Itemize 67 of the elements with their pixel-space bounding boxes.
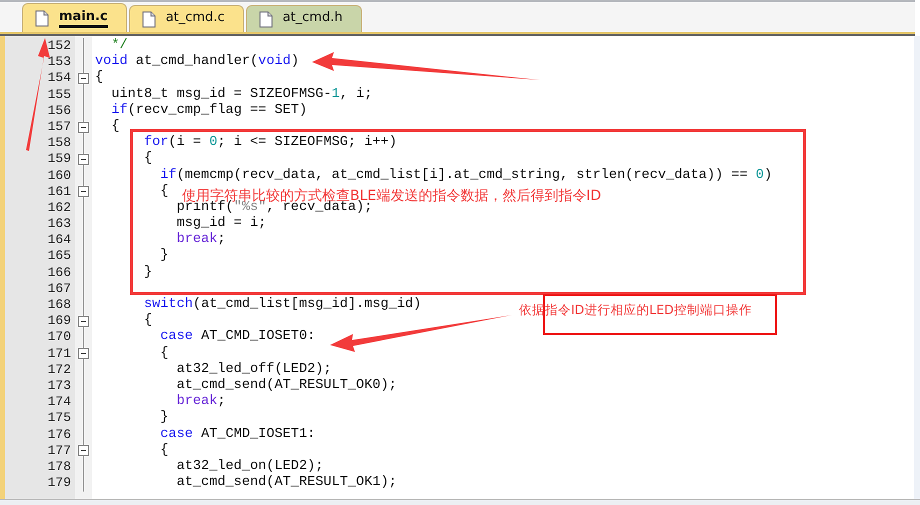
collapse-icon[interactable]	[78, 186, 89, 198]
line-number: 159	[46, 151, 72, 168]
collapse-icon[interactable]	[78, 348, 89, 360]
line-number: 158	[46, 135, 72, 152]
line-number: 173	[46, 378, 72, 394]
code-line: break;	[176, 232, 226, 248]
line-number: 170	[46, 329, 72, 346]
code-line: }	[159, 410, 168, 426]
code-line: for(i = 0; i <= SIZEOFMSG; i++)	[142, 135, 397, 151]
code-line: switch(at_cmd_list[msg_id].msg_id)	[142, 297, 422, 313]
code-line: if(memcmp(recv_data, at_cmd_list[i].at_cmd_string, strlen(recv_data)) == 0)	[159, 168, 772, 184]
code-line: if(recv_cmp_flag == SET)	[110, 102, 308, 119]
line-number: 172	[46, 362, 72, 378]
line-number: 152	[46, 38, 72, 54]
line-number: 154	[46, 70, 72, 87]
code-line: {	[110, 118, 120, 136]
code-line: }	[159, 248, 168, 265]
line-number: 166	[46, 264, 72, 281]
code-line: uint8_t msg_id = SIZEOFMSG-1, i;	[110, 86, 372, 103]
line-number: 157	[46, 118, 72, 136]
code-line: break;	[176, 394, 226, 410]
line-number: 178	[46, 458, 72, 476]
code-line: {	[142, 313, 152, 330]
code-line: {	[159, 346, 168, 362]
code-line: */	[110, 38, 128, 54]
collapse-icon[interactable]	[78, 72, 89, 84]
file-tab[interactable]: at_cmd.h	[246, 5, 362, 32]
line-number: 165	[46, 248, 72, 265]
collapse-icon[interactable]	[78, 316, 89, 327]
file-tab[interactable]: at_cmd.c	[128, 5, 244, 32]
code-line: at_cmd_send(AT_RESULT_OK0);	[176, 378, 397, 394]
collapse-icon[interactable]	[78, 445, 89, 456]
line-number: 156	[46, 102, 72, 119]
line-number: 177	[46, 442, 72, 459]
document-icon	[35, 10, 49, 26]
code-line: at32_led_on(LED2);	[176, 458, 324, 475]
code-line: at_cmd_send(AT_RESULT_OK1);	[176, 475, 397, 492]
line-number: 163	[46, 216, 72, 232]
code-line: msg_id = i;	[176, 216, 266, 232]
collapse-icon[interactable]	[78, 154, 89, 165]
code-line: case AT_CMD_IOSET0:	[159, 329, 316, 346]
line-number: 175	[46, 410, 72, 426]
collapse-icon[interactable]	[78, 122, 89, 133]
line-number: 160	[46, 168, 72, 184]
line-number: 169	[46, 313, 72, 330]
document-icon	[258, 10, 273, 28]
code-line: {	[159, 442, 168, 459]
code-line: void at_cmd_handler(void)	[95, 54, 299, 70]
line-number: 168	[46, 297, 72, 314]
line-number: 167	[46, 280, 72, 297]
code-line: {	[159, 184, 168, 200]
line-number: 161	[46, 184, 72, 200]
line-number: 153	[46, 54, 72, 70]
document-icon	[142, 10, 156, 28]
line-number: 162	[46, 200, 72, 216]
line-number: 174	[46, 394, 72, 410]
code-line: case AT_CMD_IOSET1:	[159, 426, 316, 443]
line-number: 179	[46, 475, 72, 492]
code-line: at32_led_off(LED2);	[176, 362, 332, 378]
code-line: }	[142, 264, 152, 281]
code-line: {	[142, 151, 152, 168]
code-line: {	[95, 70, 104, 87]
line-number: 171	[46, 346, 72, 362]
line-number: 164	[46, 232, 72, 248]
file-tab[interactable]: main.c	[22, 3, 127, 32]
line-number: 155	[46, 86, 72, 103]
line-number: 176	[46, 426, 72, 443]
